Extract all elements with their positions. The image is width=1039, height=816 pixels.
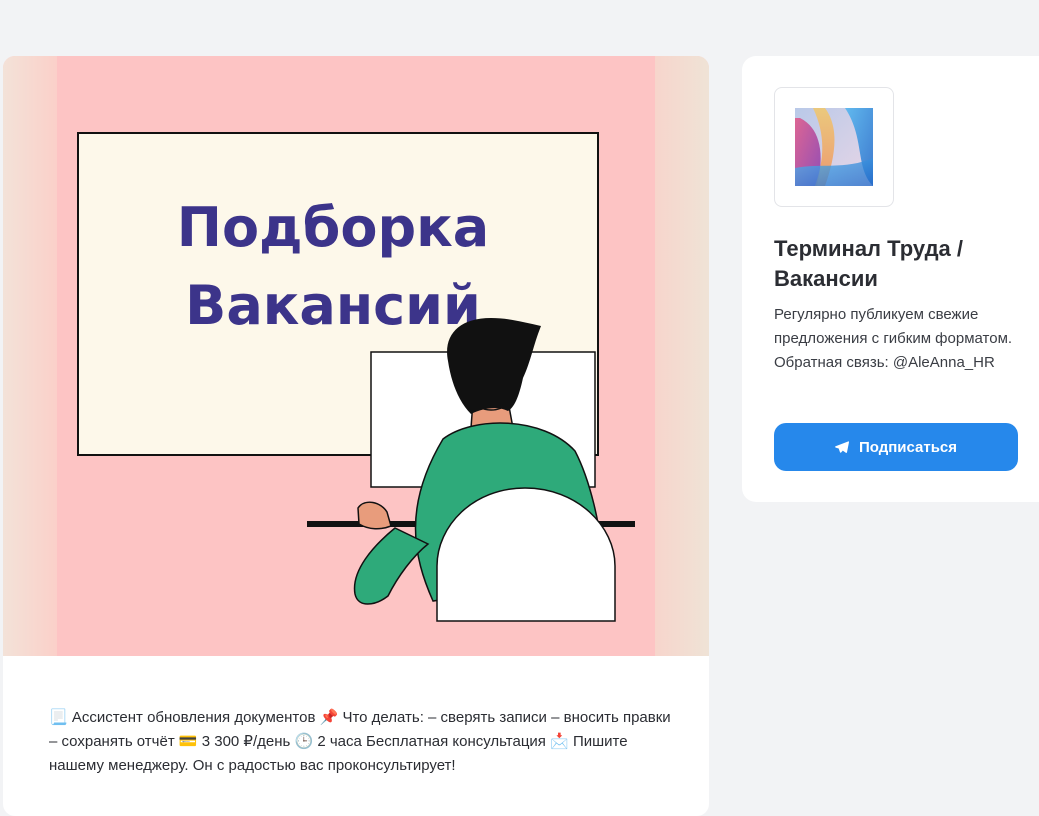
image-heading-line2: Вакансий: [185, 274, 481, 337]
hand: [357, 501, 392, 530]
post-card: Подборка Вакансий 📃 Ассистент обновления…: [3, 56, 709, 816]
abstract-gradient-avatar-icon: [795, 108, 873, 186]
channel-avatar[interactable]: [774, 87, 894, 207]
subscribe-label: Подписаться: [858, 438, 958, 456]
post-image[interactable]: Подборка Вакансий: [3, 56, 709, 656]
subscribe-button[interactable]: Подписаться: [774, 423, 1018, 471]
channel-card: Терминал Труда / Вакансии Регулярно публ…: [742, 56, 1039, 502]
image-heading-line1: Подборка: [177, 196, 489, 259]
telegram-plane-icon: [835, 441, 849, 453]
post-text: 📃 Ассистент обновления документов 📌 Что …: [49, 709, 671, 774]
channel-description: Регулярно публикуем свежие предложения с…: [774, 306, 1013, 371]
arm: [353, 527, 430, 605]
channel-title: Терминал Труда / Вакансии: [774, 236, 963, 291]
illustration-person-at-desk: Подборка Вакансий: [77, 132, 635, 622]
